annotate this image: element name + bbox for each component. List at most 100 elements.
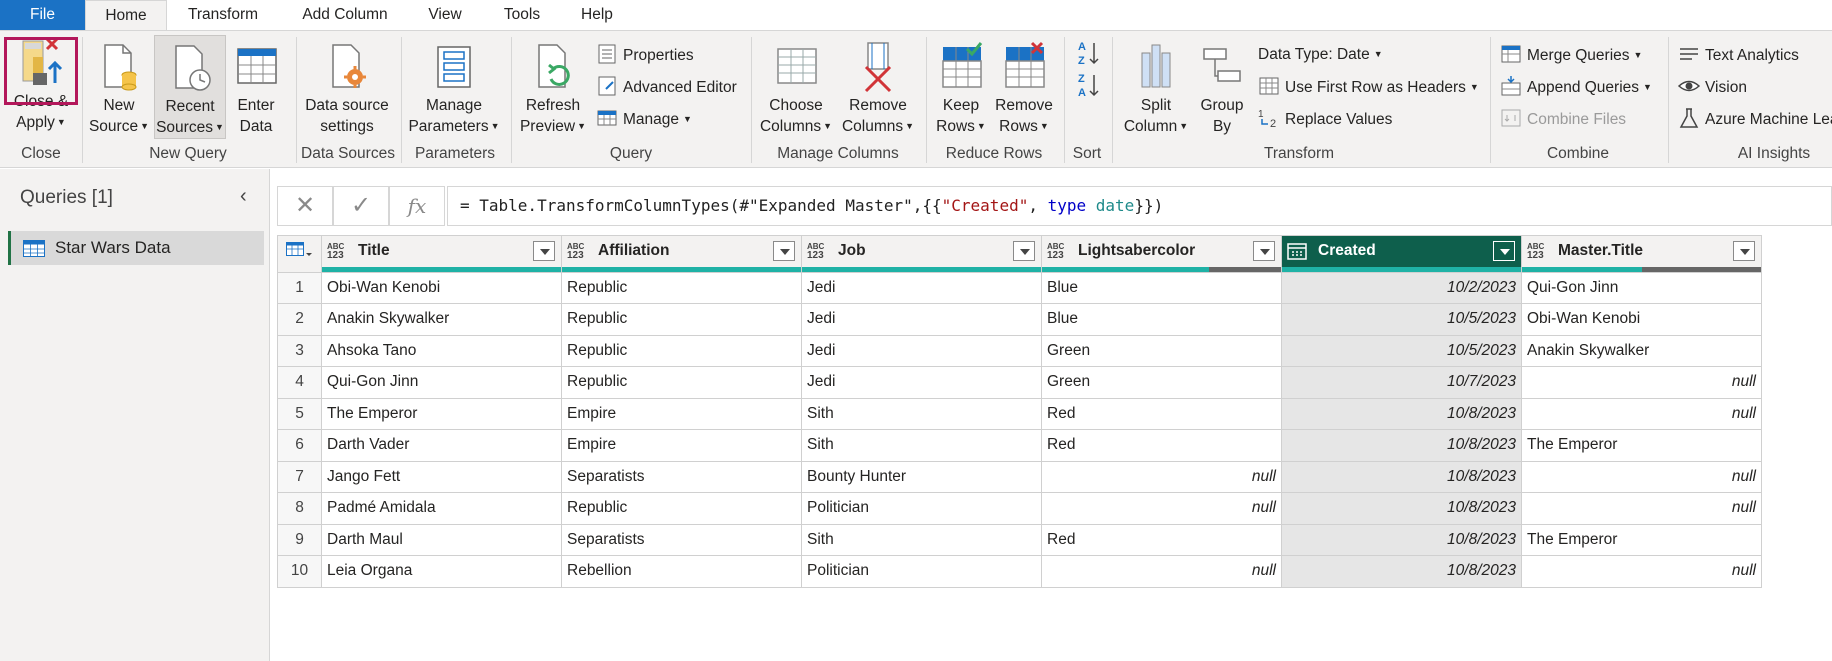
table-cell-null[interactable]: null — [1521, 492, 1762, 525]
table-cell[interactable]: The Emperor — [1521, 523, 1762, 556]
commit-formula-button[interactable]: ✓ — [333, 186, 389, 226]
table-cell[interactable]: Leia Organa — [321, 555, 562, 588]
close-apply-button[interactable]: Close & Apply ▼ — [4, 35, 78, 133]
table-cell[interactable]: Qui-Gon Jinn — [1521, 271, 1762, 304]
filter-dropdown-icon[interactable] — [1493, 241, 1515, 261]
tab-help[interactable]: Help — [572, 0, 622, 30]
table-cell[interactable]: The Emperor — [321, 397, 562, 430]
table-cell[interactable]: Separatists — [561, 523, 802, 556]
calendar-icon[interactable] — [1287, 242, 1307, 262]
filter-dropdown-icon[interactable] — [1013, 241, 1035, 261]
table-cell[interactable]: Jedi — [801, 334, 1042, 367]
table-cell-created[interactable]: 10/8/2023 — [1281, 492, 1522, 525]
table-cell[interactable]: Red — [1041, 523, 1282, 556]
table-cell[interactable]: Empire — [561, 397, 802, 430]
table-cell[interactable]: Bounty Hunter — [801, 460, 1042, 493]
text-analytics-button[interactable]: Text Analytics — [1678, 43, 1799, 67]
table-cell[interactable]: Padmé Amidala — [321, 492, 562, 525]
table-cell-null[interactable]: null — [1041, 492, 1282, 525]
choose-columns-button[interactable]: Choose Columns ▼ — [756, 35, 836, 137]
table-cell[interactable]: Republic — [561, 492, 802, 525]
table-cell-created[interactable]: 10/5/2023 — [1281, 303, 1522, 336]
table-cell[interactable]: Red — [1041, 429, 1282, 462]
cancel-formula-button[interactable]: ✕ — [277, 186, 333, 226]
table-cell-null[interactable]: null — [1521, 366, 1762, 399]
table-cell[interactable]: Republic — [561, 271, 802, 304]
properties-button[interactable]: Properties — [596, 43, 694, 67]
keep-rows-button[interactable]: Keep Rows ▼ — [934, 35, 988, 137]
filter-dropdown-icon[interactable] — [773, 241, 795, 261]
column-header-job[interactable]: ABC 123 Job — [801, 235, 1042, 267]
file-tab[interactable]: File — [0, 0, 85, 30]
append-queries-button[interactable]: Append Queries ▼ — [1500, 75, 1652, 99]
table-cell[interactable]: Jedi — [801, 271, 1042, 304]
remove-rows-button[interactable]: Remove Rows ▼ — [992, 35, 1056, 137]
filter-dropdown-icon[interactable] — [1733, 241, 1755, 261]
table-cell[interactable]: Sith — [801, 523, 1042, 556]
replace-values-button[interactable]: 1 2 Replace Values — [1258, 107, 1392, 131]
table-cell[interactable]: Green — [1041, 366, 1282, 399]
table-cell[interactable]: Ahsoka Tano — [321, 334, 562, 367]
tab-transform[interactable]: Transform — [180, 0, 266, 30]
filter-dropdown-icon[interactable] — [1253, 241, 1275, 261]
column-header-lightsabercolor[interactable]: ABC 123 Lightsabercolor — [1041, 235, 1282, 267]
table-cell[interactable]: Republic — [561, 366, 802, 399]
table-cell[interactable]: Jango Fett — [321, 460, 562, 493]
table-cell-created[interactable]: 10/5/2023 — [1281, 334, 1522, 367]
refresh-preview-button[interactable]: Refresh Preview ▼ — [516, 35, 590, 137]
table-cell[interactable]: Qui-Gon Jinn — [321, 366, 562, 399]
table-cell-null[interactable]: null — [1521, 460, 1762, 493]
table-cell[interactable]: Anakin Skywalker — [1521, 334, 1762, 367]
table-cell[interactable]: Politician — [801, 492, 1042, 525]
table-cell[interactable]: Anakin Skywalker — [321, 303, 562, 336]
table-cell[interactable]: Separatists — [561, 460, 802, 493]
table-cell-null[interactable]: null — [1041, 460, 1282, 493]
table-cell-created[interactable]: 10/8/2023 — [1281, 460, 1522, 493]
formula-input[interactable]: = Table.TransformColumnTypes(#"Expanded … — [447, 186, 1832, 226]
manage-button[interactable]: Manage ▼ — [596, 107, 692, 131]
any-type-icon[interactable]: ABC 123 — [807, 242, 824, 261]
tab-tools[interactable]: Tools — [496, 0, 548, 30]
table-cell[interactable]: Blue — [1041, 271, 1282, 304]
advanced-editor-button[interactable]: Advanced Editor — [596, 75, 737, 99]
table-cell[interactable]: Green — [1041, 334, 1282, 367]
table-cell-created[interactable]: 10/2/2023 — [1281, 271, 1522, 304]
table-cell-null[interactable]: null — [1041, 555, 1282, 588]
table-cell[interactable]: Red — [1041, 397, 1282, 430]
table-cell-null[interactable]: null — [1521, 397, 1762, 430]
column-header-master-title[interactable]: ABC 123 Master.Title — [1521, 235, 1762, 267]
column-header-affiliation[interactable]: ABC 123 Affiliation — [561, 235, 802, 267]
table-cell[interactable]: Republic — [561, 334, 802, 367]
table-cell[interactable]: Republic — [561, 303, 802, 336]
query-item-star-wars-data[interactable]: Star Wars Data — [8, 231, 264, 265]
data-type-dropdown[interactable]: Data Type: Date ▼ — [1258, 43, 1383, 66]
azure-ml-button[interactable]: Azure Machine Lea — [1678, 107, 1832, 131]
new-source-button[interactable]: New Source ▼ — [86, 35, 152, 137]
data-source-settings-button[interactable]: Data source settings — [300, 35, 394, 137]
table-cell[interactable]: The Emperor — [1521, 429, 1762, 462]
table-cell[interactable]: Obi-Wan Kenobi — [1521, 303, 1762, 336]
table-cell[interactable]: Blue — [1041, 303, 1282, 336]
manage-parameters-button[interactable]: Manage Parameters ▼ — [405, 35, 503, 137]
split-column-button[interactable]: Split Column ▼ — [1120, 35, 1192, 137]
collapse-panel-icon[interactable]: ‹ — [240, 185, 247, 208]
table-cell-created[interactable]: 10/8/2023 — [1281, 523, 1522, 556]
any-type-icon[interactable]: ABC 123 — [567, 242, 584, 261]
table-cell[interactable]: Obi-Wan Kenobi — [321, 271, 562, 304]
table-cell[interactable]: Politician — [801, 555, 1042, 588]
table-cell-created[interactable]: 10/8/2023 — [1281, 429, 1522, 462]
tab-home[interactable]: Home — [85, 0, 167, 31]
any-type-icon[interactable]: ABC 123 — [1527, 242, 1544, 261]
table-cell-created[interactable]: 10/8/2023 — [1281, 555, 1522, 588]
filter-dropdown-icon[interactable] — [533, 241, 555, 261]
table-cell[interactable]: Empire — [561, 429, 802, 462]
table-cell[interactable]: Darth Vader — [321, 429, 562, 462]
any-type-icon[interactable]: ABC 123 — [327, 242, 344, 261]
table-cell[interactable]: Jedi — [801, 303, 1042, 336]
table-cell[interactable]: Darth Maul — [321, 523, 562, 556]
remove-columns-button[interactable]: Remove Columns ▼ — [838, 35, 918, 137]
table-cell[interactable]: Sith — [801, 429, 1042, 462]
table-cell[interactable]: Rebellion — [561, 555, 802, 588]
enter-data-button[interactable]: Enter Data — [230, 35, 282, 137]
tab-view[interactable]: View — [420, 0, 470, 30]
